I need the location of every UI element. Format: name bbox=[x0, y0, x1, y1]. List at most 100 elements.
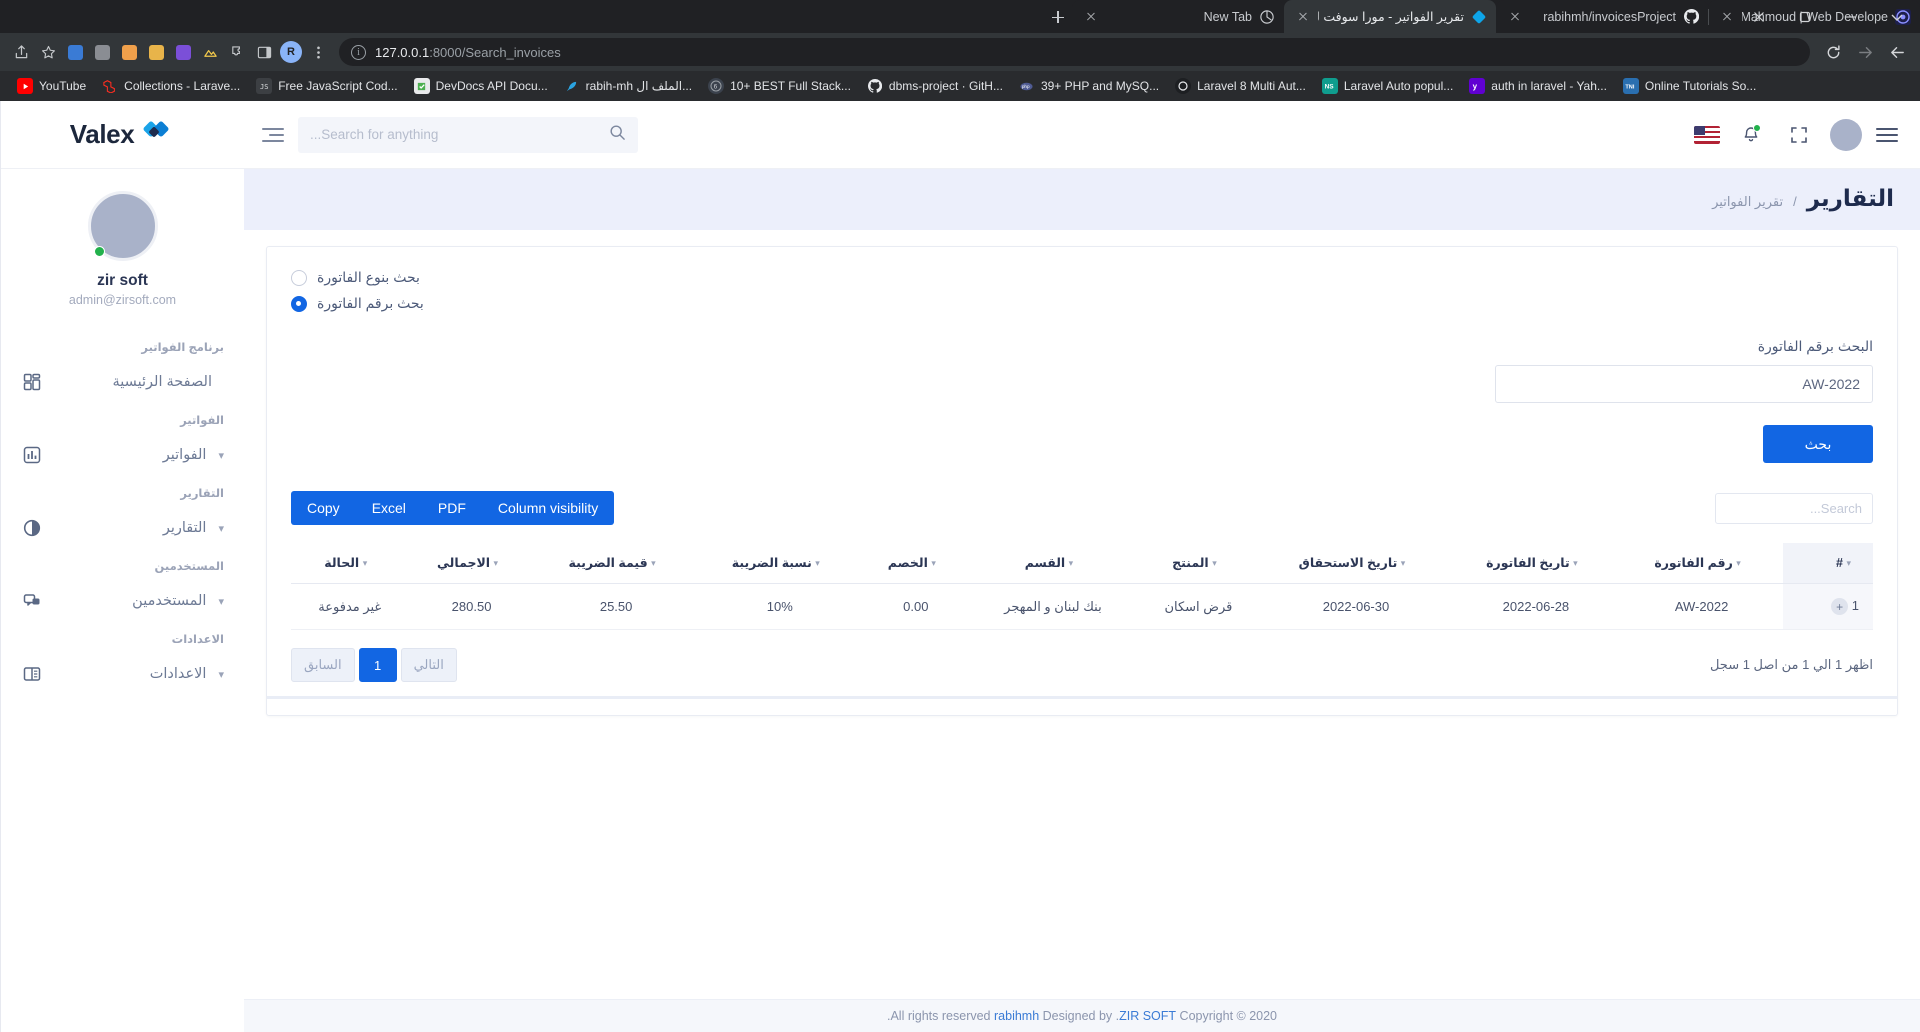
profile-initial: R bbox=[280, 41, 302, 63]
browser-tab-2[interactable]: rabihmh/invoicesProject bbox=[1496, 0, 1709, 33]
search-submit-button[interactable]: بحث bbox=[1763, 425, 1873, 463]
bookmark-item[interactable]: JS Free JavaScript Cod... bbox=[249, 75, 404, 97]
column-header-product[interactable]: ▾ المنتج bbox=[1136, 543, 1261, 584]
sidebar-item-reports[interactable]: ▾ التقارير bbox=[1, 510, 244, 546]
extension-icon-5[interactable] bbox=[170, 39, 196, 65]
bookmark-item[interactable]: dbms-project · GitH... bbox=[860, 75, 1010, 97]
footer-company-link[interactable]: ZIR SOFT bbox=[1119, 1009, 1176, 1023]
chrome-menu-icon[interactable] bbox=[305, 39, 331, 65]
window-menu-icon[interactable] bbox=[1874, 0, 1920, 33]
radio-by-type-input[interactable] bbox=[291, 269, 307, 286]
pdf-button[interactable]: PDF bbox=[422, 491, 482, 525]
extension-puzzle-icon[interactable] bbox=[224, 39, 250, 65]
close-icon[interactable] bbox=[1719, 9, 1735, 25]
column-header-tax-value[interactable]: ▾ قيمة الضريبة bbox=[534, 543, 698, 584]
close-icon[interactable] bbox=[1295, 9, 1311, 25]
cell-product: قرض اسكان bbox=[1136, 583, 1261, 631]
svg-text:JS: JS bbox=[260, 83, 268, 91]
sidebar-item-home[interactable]: الصفحة الرئيسية bbox=[1, 364, 244, 400]
notification-dot bbox=[1753, 123, 1761, 132]
bookmark-item[interactable]: YouTube bbox=[10, 75, 93, 97]
column-header-tax-rate[interactable]: ▾ نسبة الضريبة bbox=[697, 543, 862, 584]
table-row[interactable]: 1 + AW-2022 2022-06-28 2022-06-30 قرض اس… bbox=[291, 583, 1873, 631]
extension-icon-1[interactable] bbox=[62, 39, 88, 65]
bookmark-item[interactable]: 6 10+ BEST Full Stack... bbox=[701, 75, 858, 97]
bookmark-item[interactable]: y auth in laravel - Yah... bbox=[1462, 75, 1614, 97]
extension-icon-2[interactable] bbox=[89, 39, 115, 65]
radio-option-by-type[interactable]: بحث بنوع الفاتورة bbox=[291, 269, 1873, 286]
expand-row-icon[interactable]: + bbox=[1831, 598, 1849, 616]
extension-icon-3[interactable] bbox=[116, 39, 142, 65]
bookmark-item[interactable]: Collections - Larave... bbox=[95, 75, 247, 97]
pagination-next-button[interactable]: التالي bbox=[400, 648, 457, 683]
bookmark-item[interactable]: Laravel 8 Multi Aut... bbox=[1168, 75, 1313, 97]
column-header-department[interactable]: ▾ القسم bbox=[969, 543, 1137, 584]
column-header-status[interactable]: ▾ الحالة bbox=[291, 543, 409, 584]
brand-header[interactable]: Valex bbox=[1, 101, 244, 169]
chat-users-icon bbox=[21, 592, 43, 610]
column-header-invoice-date[interactable]: ▾ تاريخ الفاتورة bbox=[1451, 543, 1621, 584]
bookmark-item[interactable]: NS Laravel Auto popul... bbox=[1315, 75, 1460, 97]
share-icon[interactable] bbox=[8, 39, 34, 65]
extension-icon-4[interactable] bbox=[143, 39, 169, 65]
bookmark-item[interactable]: php 39+ PHP and MySQ... bbox=[1012, 75, 1166, 97]
address-bar[interactable]: i 127.0.0.1:8000/Search_invoices bbox=[339, 38, 1810, 66]
close-icon[interactable] bbox=[1507, 9, 1523, 25]
bookmark-item[interactable]: DevDocs API Docu... bbox=[407, 75, 555, 97]
fullscreen-icon[interactable] bbox=[1782, 118, 1816, 152]
site-info-icon[interactable]: i bbox=[351, 44, 366, 60]
excel-button[interactable]: Excel bbox=[356, 491, 422, 525]
sidebar-item-settings[interactable]: ▾ الاعدادات bbox=[1, 656, 244, 692]
browser-tab-title: تقرير الفواتير - مورا سوفت للادارة ال bbox=[1318, 9, 1464, 24]
bookmark-label: dbms-project · GitH... bbox=[888, 79, 1003, 93]
sidebar-item-users[interactable]: ▾ المستخدمين bbox=[1, 583, 244, 619]
new-tab-button[interactable] bbox=[1044, 3, 1072, 31]
global-search[interactable] bbox=[298, 116, 638, 153]
window-minimize-button[interactable] bbox=[1828, 0, 1874, 33]
breadcrumb-separator: / bbox=[1793, 194, 1797, 209]
footer-author-link[interactable]: rabihmh bbox=[994, 1009, 1039, 1023]
bookmark-star-icon[interactable] bbox=[35, 39, 61, 65]
browser-tab-4[interactable]: New Tab bbox=[1072, 0, 1284, 33]
search-icon bbox=[609, 124, 626, 146]
avatar[interactable] bbox=[1830, 118, 1862, 151]
reload-button[interactable] bbox=[1818, 37, 1848, 67]
pagination-prev-button[interactable]: السابق bbox=[291, 648, 355, 683]
column-visibility-button[interactable]: Column visibility bbox=[482, 491, 614, 525]
radio-option-by-number[interactable]: بحث برقم الفاتورة bbox=[291, 295, 1873, 312]
window-close-button[interactable] bbox=[1736, 0, 1782, 33]
bookmark-item[interactable]: TNI Online Tutorials So... bbox=[1616, 75, 1763, 97]
sidebar-nav: برنامج الفواتير الصفحة الرئيسية الفواتير… bbox=[1, 313, 244, 692]
column-header-due-date[interactable]: ▾ تاريخ الاستحقاق bbox=[1260, 543, 1452, 584]
invoice-number-input[interactable] bbox=[1495, 365, 1873, 403]
bookmark-item[interactable]: rabih-mh الملف ال... bbox=[557, 75, 699, 97]
profile-avatar[interactable]: R bbox=[278, 39, 304, 65]
back-button[interactable] bbox=[1882, 37, 1912, 67]
cell-department[interactable]: بنك لبنان و المهجر bbox=[969, 583, 1137, 631]
user-email: admin@zirsoft.com bbox=[68, 293, 177, 307]
column-header-total[interactable]: ▾ الاجمالي bbox=[408, 543, 535, 584]
forward-button[interactable] bbox=[1850, 37, 1880, 67]
browser-tab-3-active[interactable]: تقرير الفواتير - مورا سوفت للادارة ال bbox=[1284, 0, 1496, 33]
pagination: السابق 1 التالي bbox=[291, 648, 457, 683]
address-bar-url: 127.0.0.1:8000/Search_invoices bbox=[375, 45, 561, 60]
radio-by-number-input[interactable] bbox=[291, 295, 307, 312]
search-input[interactable] bbox=[310, 127, 599, 142]
settings-lines-icon[interactable] bbox=[262, 124, 284, 146]
close-icon[interactable] bbox=[1083, 9, 1099, 25]
column-header-index[interactable]: ▾ # bbox=[1782, 543, 1873, 584]
us-flag-icon[interactable] bbox=[1694, 125, 1720, 144]
datatable-search-input[interactable] bbox=[1715, 492, 1873, 524]
pagination-page-1[interactable]: 1 bbox=[358, 648, 397, 683]
copy-button[interactable]: Copy bbox=[291, 491, 356, 525]
extension-icon-6[interactable] bbox=[197, 39, 223, 65]
hamburger-menu-icon[interactable] bbox=[1876, 124, 1898, 146]
sidepanel-icon[interactable] bbox=[251, 39, 277, 65]
column-header-discount[interactable]: ▾ الخصم bbox=[861, 543, 970, 584]
notification-bell-icon[interactable] bbox=[1734, 118, 1768, 152]
breadcrumb-current[interactable]: تقرير الفواتير bbox=[1712, 194, 1783, 210]
user-avatar[interactable] bbox=[87, 191, 158, 261]
column-header-invoice-no[interactable]: ▾ رقم الفاتورة bbox=[1620, 543, 1783, 584]
sidebar-item-invoices[interactable]: ▾ الفواتير bbox=[1, 437, 244, 473]
window-maximize-button[interactable] bbox=[1782, 0, 1828, 33]
